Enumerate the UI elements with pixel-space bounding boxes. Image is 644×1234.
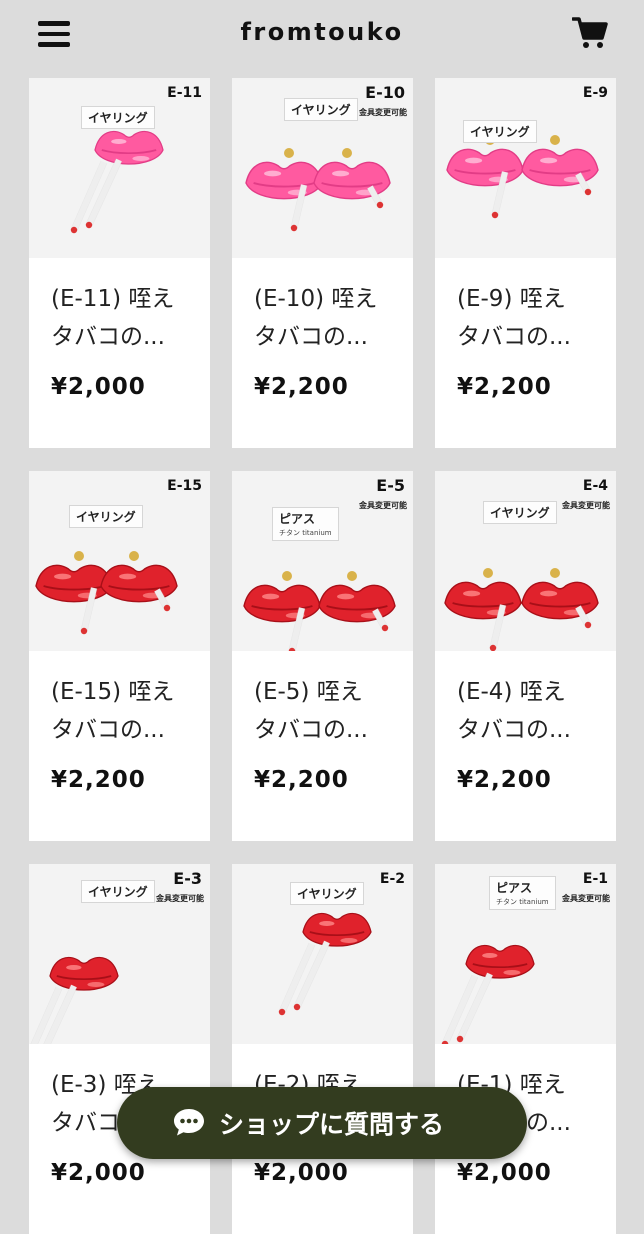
- fitting-change-note: 金具変更可能: [562, 501, 610, 510]
- product-code-label: E-11: [167, 85, 202, 101]
- product-image[interactable]: イヤリング E-9: [435, 78, 616, 258]
- product-type-tag: イヤリング: [81, 880, 155, 903]
- product-type-tag: ピアスチタン titanium: [489, 876, 556, 910]
- product-title[interactable]: (E-4) 咥え タバコの...: [457, 673, 607, 749]
- product-photo: [444, 568, 599, 651]
- product-title[interactable]: (E-15) 咥え タバコの...: [51, 673, 201, 749]
- product-type-tag: イヤリング: [284, 98, 358, 121]
- product-code-label: E-9: [582, 85, 608, 101]
- product-title-line: タバコの...: [51, 324, 165, 350]
- app-header: fromtouko: [0, 0, 644, 72]
- product-type-tag: イヤリング: [483, 501, 557, 524]
- product-price: ¥2,200: [457, 767, 552, 793]
- product-title-line: (E-5) 咥え: [254, 679, 363, 705]
- product-image[interactable]: イヤリング E-10 金具変更可能: [232, 78, 413, 258]
- product-card[interactable]: イヤリング E-11 (E-11) 咥え タバコの... ¥2,000: [29, 78, 210, 448]
- product-code-label: E-5: [376, 476, 405, 495]
- fitting-change-note: 金具変更可能: [359, 108, 407, 117]
- product-card[interactable]: イヤリングE-2(E-2) 咥えタバコの...¥2,000: [232, 864, 413, 1234]
- product-image[interactable]: イヤリング E-15: [29, 471, 210, 651]
- product-image[interactable]: ピアスチタン titanium E-5 金具変更可能: [232, 471, 413, 651]
- product-title-line: タバコの...: [457, 324, 571, 350]
- product-type-tag: ピアスチタン titanium: [272, 507, 339, 541]
- product-type-label: ピアス: [279, 512, 316, 526]
- product-card[interactable]: イヤリング E-15 (E-15) 咥え タバコの... ¥2,200: [29, 471, 210, 841]
- product-card[interactable]: イヤリング E-3 金具変更可能 (E-3) 咥え タバコの... ¥2,000: [29, 864, 210, 1234]
- product-price: ¥2,200: [254, 374, 349, 400]
- product-type-label: イヤリング: [88, 111, 148, 125]
- product-card[interactable]: ピアスチタン titanium E-5 金具変更可能 (E-5) 咥え タバコの... ¥…: [232, 471, 413, 841]
- product-card[interactable]: イヤリング E-9 (E-9) 咥え タバコの... ¥2,200: [435, 78, 616, 448]
- product-type-tag: イヤリング: [69, 505, 143, 528]
- fitting-change-note: 金具変更可能: [359, 501, 407, 510]
- product-type-tag: イヤリング: [81, 106, 155, 129]
- product-title-line: タバコの...: [51, 717, 165, 743]
- product-type-label: イヤリング: [88, 885, 148, 899]
- product-code-label: E-2: [379, 871, 405, 887]
- product-photo: [70, 130, 164, 234]
- product-price: ¥2,200: [51, 767, 146, 793]
- product-image[interactable]: ピアスチタン titanium E-1 金具変更可能: [435, 864, 616, 1044]
- product-title-line: タバコの...: [254, 324, 368, 350]
- product-card[interactable]: イヤリング E-4 金具変更可能 (E-4) 咥え タバコの... ¥2,200: [435, 471, 616, 841]
- product-title-line: (E-4) 咥え: [457, 679, 566, 705]
- product-title-line: タバコの...: [254, 717, 368, 743]
- product-type-label: イヤリング: [470, 125, 530, 139]
- fitting-change-note: 金具変更可能: [156, 894, 204, 903]
- product-type-tag: イヤリング: [463, 120, 537, 143]
- product-code-label: E-15: [167, 478, 202, 494]
- product-title[interactable]: (E-9) 咥え タバコの...: [457, 280, 607, 356]
- product-title-line: (E-9) 咥え: [457, 286, 566, 312]
- product-type-sublabel: チタン titanium: [279, 529, 332, 537]
- product-title-line: (E-11) 咥え: [51, 286, 175, 312]
- product-price: ¥2,000: [51, 374, 146, 400]
- product-type-tag: イヤリング: [290, 882, 364, 905]
- product-type-label: イヤリング: [490, 506, 550, 520]
- product-photo: [35, 551, 178, 635]
- product-price: ¥2,200: [457, 374, 552, 400]
- product-card[interactable]: ピアスチタン titaniumE-1金具変更可能(E-1) 咥えタバコの...¥…: [435, 864, 616, 1234]
- product-title[interactable]: (E-10) 咥え タバコの...: [254, 280, 404, 356]
- product-price: ¥2,000: [457, 1160, 552, 1186]
- fitting-change-note: 金具変更可能: [562, 894, 610, 903]
- product-image[interactable]: イヤリング E-11: [29, 78, 210, 258]
- product-code-label: E-4: [582, 478, 608, 494]
- product-type-label: ピアス: [496, 881, 533, 895]
- product-title-line: (E-10) 咥え: [254, 286, 378, 312]
- product-title-line: タバコの...: [457, 717, 571, 743]
- product-code-label: E-3: [173, 869, 202, 888]
- product-title[interactable]: (E-11) 咥え タバコの...: [51, 280, 201, 356]
- shop-name[interactable]: fromtouko: [0, 18, 644, 46]
- product-photo: [446, 135, 599, 219]
- product-card[interactable]: イヤリング E-10 金具変更可能 (E-10) 咥え タバコの... ¥2,200: [232, 78, 413, 448]
- product-price: ¥2,200: [254, 767, 349, 793]
- product-image[interactable]: イヤリング E-4 金具変更可能: [435, 471, 616, 651]
- product-price: ¥2,000: [254, 1160, 349, 1186]
- chat-bubble-icon: [174, 1109, 204, 1136]
- product-type-label: イヤリング: [76, 510, 136, 524]
- product-image[interactable]: イヤリング E-2: [232, 864, 413, 1044]
- shopping-cart-icon[interactable]: [572, 16, 608, 50]
- product-code-label: E-10: [365, 83, 405, 102]
- product-type-label: イヤリング: [291, 103, 351, 117]
- product-title[interactable]: (E-5) 咥え タバコの...: [254, 673, 404, 749]
- ask-shop-button[interactable]: ショップに質問する: [117, 1087, 527, 1159]
- product-title-line: (E-15) 咥え: [51, 679, 175, 705]
- ask-shop-label: ショップに質問する: [219, 1110, 445, 1139]
- product-type-sublabel: チタン titanium: [496, 898, 549, 906]
- product-image[interactable]: イヤリング E-3 金具変更可能: [29, 864, 210, 1044]
- product-code-label: E-1: [582, 871, 608, 887]
- product-price: ¥2,000: [51, 1160, 146, 1186]
- product-type-label: イヤリング: [297, 887, 357, 901]
- product-photo: [243, 571, 396, 651]
